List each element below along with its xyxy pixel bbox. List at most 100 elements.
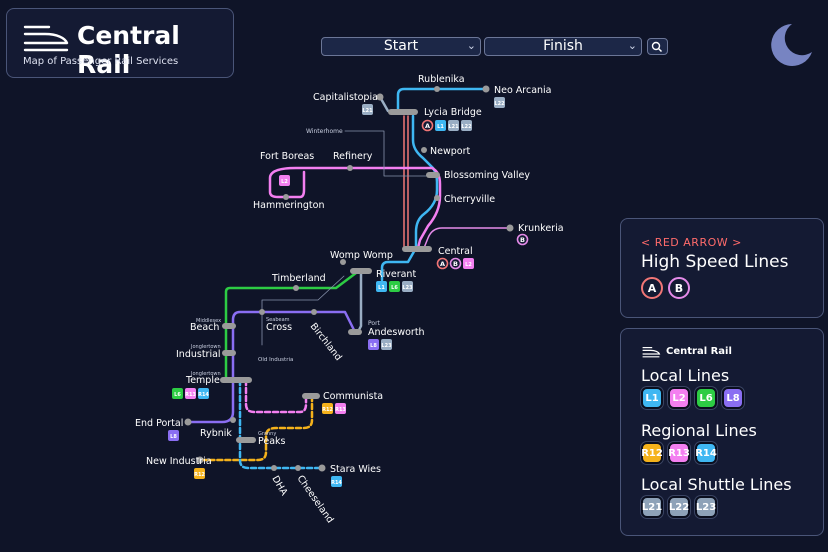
label-peaks: Peaks (258, 436, 286, 447)
line-chip-A[interactable]: A (641, 277, 663, 299)
label-timberland: Timberland (271, 273, 326, 284)
label-fort-boreas: Fort Boreas (260, 151, 314, 162)
label-winterhome: Winterhome (306, 128, 343, 135)
label-krunkeria: Krunkeria (518, 223, 564, 234)
interchange-temple[interactable] (220, 377, 252, 383)
high-speed-chips: A B (641, 277, 690, 299)
label-rybnik: Rybnik (200, 428, 232, 439)
label-andesworth: Andesworth (368, 327, 425, 338)
badge-label: L23 (402, 285, 413, 291)
line-chip-L22[interactable]: L22 (668, 496, 690, 518)
line-chip-L23[interactable]: L23 (695, 496, 717, 518)
train-icon (642, 347, 661, 358)
line-L23[interactable] (356, 268, 363, 334)
line-chip-L1[interactable]: L1 (641, 387, 663, 409)
badge-label: L1 (378, 285, 385, 291)
line-chip-L21[interactable]: L21 (641, 496, 663, 518)
line-chip-L6[interactable]: L6 (695, 387, 717, 409)
stop-cheeseland[interactable] (295, 465, 301, 471)
interchange-peaks[interactable] (236, 437, 256, 443)
badge-label: L21 (362, 108, 373, 114)
label-rublenika: Rublenika (418, 74, 465, 85)
local-lines-heading: Local Lines (641, 366, 730, 385)
line-L6[interactable] (224, 268, 362, 382)
legend-brand: Central Rail (666, 346, 732, 357)
interchange-blossoming[interactable] (426, 172, 440, 178)
interchange-communista[interactable] (302, 393, 320, 399)
label-cheeseland: Cheeseland (295, 473, 336, 525)
badge-label: A (440, 260, 445, 268)
label-end-portal: End Portal (135, 418, 183, 429)
stop-end-portal[interactable] (184, 418, 192, 426)
badge-label: L2 (281, 179, 288, 185)
interchange-riverant[interactable] (350, 268, 372, 274)
badge-label: L22 (494, 101, 505, 107)
badge-label: L8 (370, 343, 377, 349)
walk-connector (261, 275, 345, 346)
shuttle-lines-chips: L21 L22 L23 (641, 496, 717, 518)
label-cherryville: Cherryville (444, 194, 495, 205)
line-chip-R12[interactable]: R12 (641, 442, 663, 464)
badge-label: L23 (381, 343, 392, 349)
stop-rybnik[interactable] (230, 417, 236, 423)
line-R13[interactable] (244, 378, 308, 414)
label-birchland: Birchland (308, 321, 344, 363)
stop-cherryville[interactable] (434, 195, 440, 201)
high-speed-panel: < RED ARROW > High Speed Lines A B (620, 218, 824, 318)
stop-cross[interactable] (259, 309, 265, 315)
badge-label: L6 (174, 392, 181, 398)
stop-birchland[interactable] (311, 309, 317, 315)
label-womp-womp: Womp Womp (330, 250, 393, 261)
stop-dha[interactable] (271, 465, 277, 471)
label-neo-arcania: Neo Arcania (494, 85, 552, 96)
stop-krunkeria[interactable] (506, 224, 514, 232)
line-B[interactable] (423, 227, 511, 249)
interchange-lycia[interactable] (388, 109, 418, 115)
label-riverant: Riverant (376, 269, 416, 280)
badge-label: L8 (170, 434, 177, 440)
regional-lines-chips: R12 R13 R14 (641, 442, 717, 464)
stop-rublenika[interactable] (434, 86, 440, 92)
legend-panel: Central Rail Local Lines L1 L2 L6 L8 Reg… (620, 328, 824, 536)
line-chip-B[interactable]: B (668, 277, 690, 299)
badge-label: R14 (198, 392, 209, 398)
label-beach: Beach (190, 322, 219, 333)
label-cross: Cross (266, 322, 292, 333)
stop-neo-arcania[interactable] (482, 85, 490, 93)
stop-stara-wies[interactable] (318, 464, 326, 472)
interchange-industrial[interactable] (222, 350, 236, 356)
line-chip-L2[interactable]: L2 (668, 387, 690, 409)
badge-label: R13 (185, 392, 196, 398)
line-chip-L8[interactable]: L8 (722, 387, 744, 409)
line-chip-R14[interactable]: R14 (695, 442, 717, 464)
label-communista: Communista (323, 391, 383, 402)
stop-refinery[interactable] (347, 165, 353, 171)
local-lines-chips: L1 L2 L6 L8 (641, 387, 744, 409)
label-new-industria: New Industria (146, 456, 212, 467)
station-labels: Capitalistopia Rublenika Neo Arcania Lyc… (135, 74, 564, 525)
high-speed-heading: High Speed Lines (641, 252, 789, 272)
label-central: Central (438, 246, 473, 257)
interchange-beach[interactable] (222, 323, 236, 329)
stop-newport[interactable] (421, 147, 427, 153)
label-temple: Temple (185, 375, 220, 386)
regional-lines-heading: Regional Lines (641, 421, 757, 440)
label-dha: DHA (269, 474, 289, 498)
red-arrow-label: < RED ARROW > (641, 236, 742, 249)
label-stara-wies: Stara Wies (330, 464, 381, 475)
badge-label: R13 (335, 407, 346, 413)
label-andesworth-small: Port (368, 320, 381, 327)
label-lycia-bridge: Lycia Bridge (424, 107, 482, 118)
label-newport: Newport (430, 146, 470, 157)
stop-timberland[interactable] (293, 285, 299, 291)
badge-label: L2 (465, 262, 472, 268)
line-chip-R13[interactable]: R13 (668, 442, 690, 464)
badge-label: R12 (322, 407, 333, 413)
interchange-central[interactable] (402, 246, 432, 252)
label-blossoming-valley: Blossoming Valley (444, 170, 530, 181)
interchange-andesworth[interactable] (348, 329, 362, 335)
badge-label: L21 (448, 124, 459, 130)
label-capitalistopia: Capitalistopia (313, 92, 378, 103)
badge-label: R12 (194, 472, 205, 478)
badge-label: R14 (331, 480, 342, 486)
